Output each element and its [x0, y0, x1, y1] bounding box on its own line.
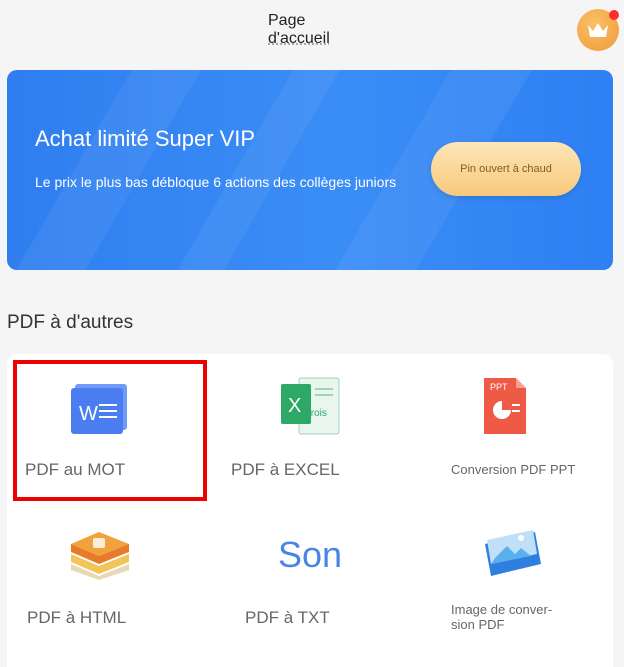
tool-pdf-to-txt[interactable]: Son PDF à TXT	[209, 504, 411, 654]
tool-label: Image de conver- sion PDF	[451, 602, 553, 632]
banner-subtitle: Le prix le plus bas débloque 6 actions d…	[35, 174, 397, 190]
tool-image-to-pdf[interactable]: Image de conver- sion PDF	[411, 504, 613, 654]
page-title-line1: Page	[268, 12, 306, 29]
tool-pdf-to-ppt[interactable]: PPT Conversion PDF PPT	[411, 354, 613, 504]
banner-title: Achat limité Super VIP	[35, 126, 256, 151]
svg-text:X: X	[288, 395, 301, 417]
image-folder-icon	[485, 530, 541, 576]
notification-dot	[609, 10, 619, 20]
selection-highlight	[13, 360, 207, 501]
html-stack-icon	[70, 532, 129, 580]
excel-doc-icon: X Trois	[281, 377, 340, 435]
tool-label: PDF à EXCEL	[231, 460, 340, 479]
page-title: Page d'accueil	[268, 12, 348, 48]
svg-text:Trois: Trois	[305, 408, 327, 419]
tool-pdf-to-html[interactable]: PDF à HTML	[7, 504, 209, 654]
txt-icon: Son	[277, 534, 343, 575]
page-title-line2: d'accueil	[268, 30, 330, 47]
svg-text:PPT: PPT	[490, 382, 508, 392]
tool-label: PDF à HTML	[27, 608, 127, 627]
section-title: PDF à d'autres	[7, 312, 134, 333]
tool-pdf-to-excel[interactable]: X Trois PDF à EXCEL	[209, 354, 411, 504]
ppt-doc-icon: PPT	[483, 378, 526, 434]
crown-icon	[588, 23, 608, 37]
vip-banner[interactable]: Achat limité Super VIP Le prix le plus b…	[7, 70, 613, 270]
vip-crown-button[interactable]	[577, 9, 619, 51]
tool-label: Conversion PDF PPT	[451, 462, 576, 477]
vip-open-button[interactable]: Pin ouvert à chaud	[431, 142, 581, 196]
